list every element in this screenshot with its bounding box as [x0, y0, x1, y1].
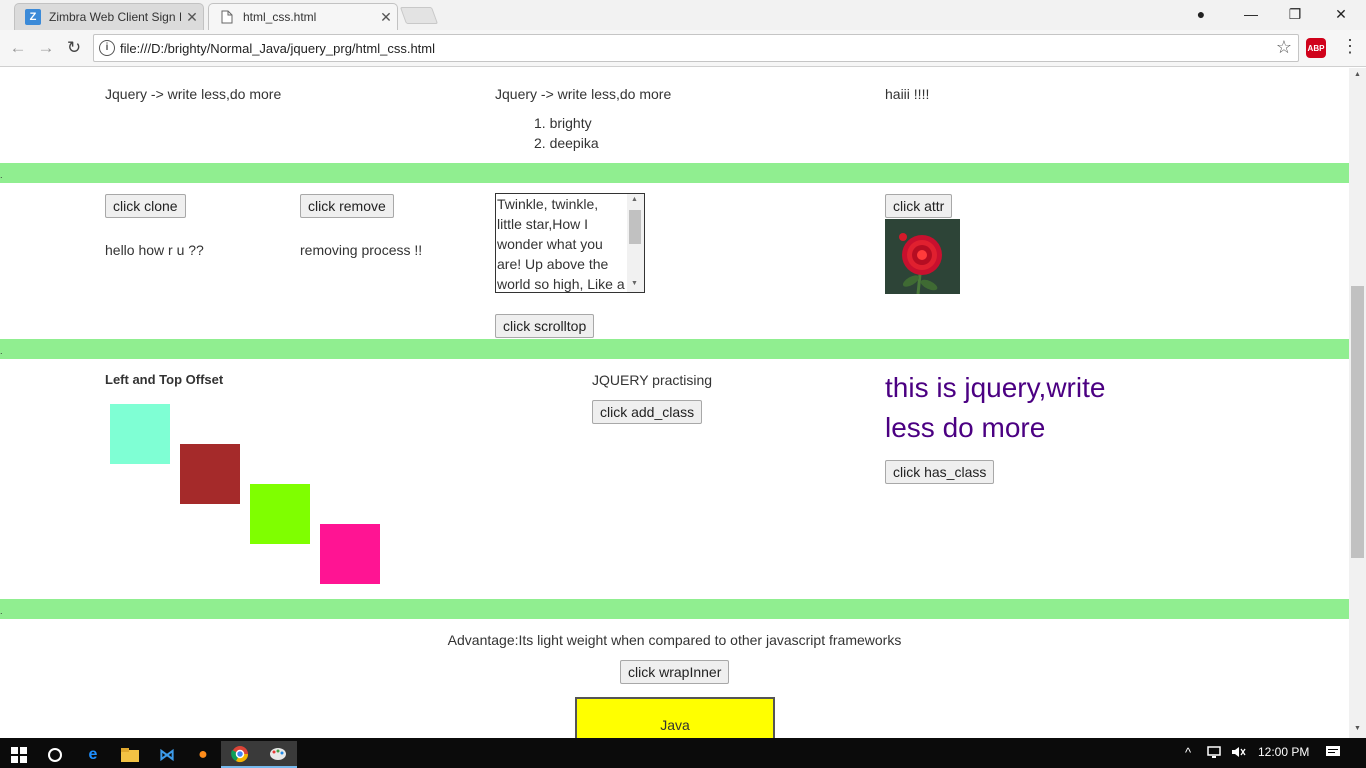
page-scrollbar[interactable]: ▲ ▼ [1349, 68, 1366, 738]
scroll-down-icon[interactable]: ▼ [1354, 725, 1361, 732]
tab-html-css[interactable]: html_css.html ✕ [208, 3, 398, 30]
tab-strip: Z Zimbra Web Client Sign I ✕ html_css.ht… [0, 0, 1366, 30]
edge-icon[interactable]: e [74, 741, 112, 768]
aquamarine-square [110, 404, 170, 464]
list-item: 1. brighty [534, 115, 592, 131]
scrollbar-thumb[interactable] [629, 210, 641, 244]
scroll-down-icon[interactable]: ▼ [631, 280, 638, 287]
maximize-button[interactable]: ❐ [1272, 0, 1318, 28]
paint-icon[interactable] [259, 741, 297, 768]
scroll-up-icon[interactable]: ▲ [1354, 71, 1361, 78]
add-class-button[interactable]: click add_class [592, 400, 703, 424]
poem-textarea[interactable]: Twinkle, twinkle, little star,How I wond… [495, 193, 645, 293]
close-window-button[interactable]: ✕ [1318, 0, 1364, 28]
reload-button[interactable]: ↻ [61, 36, 87, 60]
address-bar[interactable]: i file:///D:/brighty/Normal_Java/jquery_… [93, 34, 1299, 62]
clone-text: hello how r u ?? [105, 242, 204, 258]
new-tab-button[interactable] [399, 7, 439, 24]
section1-col3-text: haiii !!!! [885, 86, 930, 102]
chrome-icon[interactable] [221, 741, 259, 768]
remove-button[interactable]: click remove [300, 194, 394, 218]
clock-text[interactable]: 12:00 PM [1258, 745, 1309, 759]
name-list: 1. brighty 2. deepika [534, 114, 599, 154]
flower-image [885, 219, 960, 294]
network-icon[interactable] [1207, 745, 1223, 762]
bookmark-star-icon[interactable]: ☆ [1276, 37, 1292, 58]
green-divider: . [0, 339, 1349, 359]
list-item: 2. deepika [534, 135, 599, 151]
cortana-icon[interactable] [36, 741, 74, 768]
textarea-scrollbar[interactable]: ▲ ▼ [627, 194, 644, 292]
url-text: file:///D:/brighty/Normal_Java/jquery_pr… [120, 41, 436, 56]
tab-zimbra[interactable]: Z Zimbra Web Client Sign I ✕ [14, 3, 204, 30]
visual-studio-icon[interactable]: ⋈ [148, 741, 186, 768]
attr-button[interactable]: click attr [885, 194, 953, 218]
show-hidden-icons[interactable]: ^ [1185, 745, 1191, 760]
browser-toolbar: ← → ↻ i file:///D:/brighty/Normal_Java/j… [0, 30, 1366, 67]
green-divider: . [0, 599, 1349, 619]
action-center-icon[interactable] [1325, 745, 1341, 762]
tab-title: html_css.html [243, 10, 317, 24]
practise-text: JQUERY practising [592, 372, 713, 388]
account-icon[interactable]: ● [1178, 0, 1224, 28]
offset-title: Left and Top Offset [105, 372, 224, 387]
java-box: Java [575, 697, 775, 738]
green-divider: . [0, 163, 1349, 183]
scrollbar-thumb[interactable] [1351, 286, 1364, 558]
has-class-button[interactable]: click has_class [885, 460, 995, 484]
page-icon [219, 9, 235, 25]
close-tab-icon[interactable]: ✕ [375, 9, 397, 26]
forward-button[interactable]: → [33, 36, 59, 60]
clone-button[interactable]: click clone [105, 194, 186, 218]
section1-col1-text: Jquery -> write less,do more [105, 86, 282, 102]
zimbra-icon: Z [25, 9, 41, 25]
file-explorer-icon[interactable] [111, 741, 149, 768]
page-viewport: Jquery -> write less,do more Jquery -> w… [0, 68, 1349, 738]
advantage-text: Advantage:Its light weight when compared… [447, 632, 902, 648]
start-icon[interactable] [0, 741, 38, 768]
scroll-up-icon[interactable]: ▲ [631, 196, 638, 203]
menu-icon[interactable]: ⋮ [1341, 36, 1359, 57]
tab-title: Zimbra Web Client Sign I [49, 10, 181, 24]
section1-col2-text: Jquery -> write less,do more [495, 86, 672, 102]
volume-icon[interactable] [1231, 745, 1247, 762]
scrolltop-button[interactable]: click scrolltop [495, 314, 595, 338]
minimize-button[interactable]: — [1228, 0, 1274, 28]
windows-taskbar: e ⋈ ● ^ 12:00 PM [0, 738, 1366, 768]
chartreuse-square [250, 484, 310, 544]
adblock-icon[interactable]: ABP [1306, 38, 1326, 58]
jquery-heading-text: this is jquery,write less do more [885, 372, 1106, 443]
close-tab-icon[interactable]: ✕ [181, 9, 203, 26]
remove-text: removing process !! [300, 242, 423, 258]
firefox-icon[interactable]: ● [184, 741, 222, 768]
back-button[interactable]: ← [5, 36, 31, 60]
info-icon[interactable]: i [99, 40, 115, 56]
pink-square [320, 524, 380, 584]
brown-square [180, 444, 240, 504]
wrapinner-button[interactable]: click wrapInner [620, 660, 730, 684]
